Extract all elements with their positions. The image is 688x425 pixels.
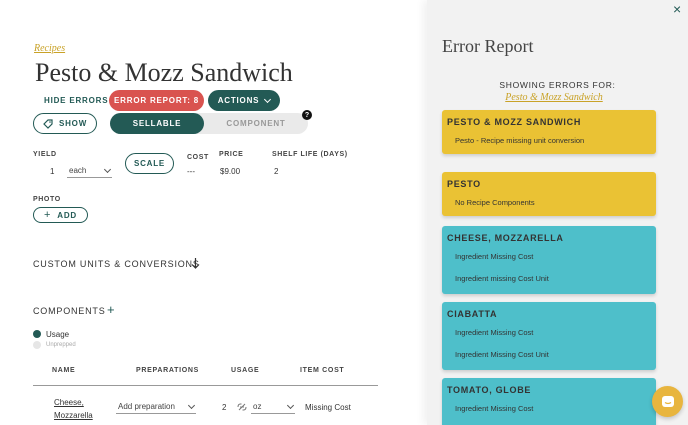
error-card-title: CIABATTA [447,309,498,319]
components-heading: COMPONENTS [33,306,106,316]
add-photo-label: ADD [57,210,77,220]
showing-errors-label: SHOWING ERRORS FOR: [499,80,616,90]
column-header-name: NAME [52,367,76,374]
chat-icon [661,395,674,407]
photo-label: PHOTO [33,196,61,203]
add-photo-button[interactable]: + ADD [33,207,88,223]
actions-dropdown[interactable]: ACTIONS [208,90,280,111]
error-card[interactable]: TOMATO, GLOBE Ingredient Missing Cost [442,378,656,425]
component-name-line2: Mozzarella [54,411,93,420]
recipe-main: Recipes Pesto & Mozz Sandwich HIDE ERROR… [0,0,427,425]
yield-label: YIELD [33,151,57,158]
component-name-link[interactable]: Cheese, Mozzarella [54,396,93,422]
unprepped-legend-label: Unprepped [46,342,76,348]
add-component-icon[interactable]: + [107,302,115,317]
shelf-life-label: SHELF LIFE (DAYS) [272,151,348,158]
column-header-preparations: PREPARATIONS [136,367,199,374]
hide-errors-button[interactable]: HIDE ERRORS [44,96,108,105]
custom-units-section-toggle[interactable]: CUSTOM UNITS & CONVERSIONS [33,259,200,269]
yield-value[interactable]: 1 [50,167,54,176]
error-card-line: Pesto - Recipe missing unit conversion [455,136,585,145]
sellable-component-toggle[interactable]: SELLABLE COMPONENT [110,113,308,134]
error-report-button[interactable]: ERROR REPORT: 8 [109,90,204,111]
price-label: PRICE [219,151,244,158]
scale-button[interactable]: SCALE [125,153,174,174]
error-card[interactable]: PESTO No Recipe Components [442,172,656,216]
shelf-life-value[interactable]: 2 [274,167,278,176]
error-card-line: Ingredient Missing Cost [455,252,534,261]
error-card-line: Ingredient Missing Cost [455,404,534,413]
column-header-item-cost: ITEM COST [300,367,345,374]
unprepped-legend-dot [33,341,41,349]
error-card-title: PESTO & MOZZ SANDWICH [447,117,582,127]
panel-recipe-link[interactable]: Pesto & Mozz Sandwich [427,92,681,103]
chevron-down-icon [187,401,196,409]
chat-launcher-button[interactable] [652,386,683,417]
preparation-select[interactable]: Add preparation [116,401,196,414]
chevron-down-icon [103,165,112,173]
price-value[interactable]: $9.00 [220,167,240,176]
usage-unit-select[interactable]: oz [251,401,295,414]
tag-icon [43,118,53,129]
unlink-icon[interactable] [237,403,247,411]
preparation-value: Add preparation [118,402,175,411]
error-card-title: TOMATO, GLOBE [447,385,532,395]
help-icon[interactable]: ? [302,110,312,120]
close-icon[interactable]: × [673,1,681,17]
component-option[interactable]: COMPONENT [204,113,308,134]
error-card-line: No Recipe Components [455,198,535,207]
error-card-line: Ingredient Missing Cost [455,328,534,337]
show-label: SHOW [58,119,88,128]
chevron-down-icon [264,95,272,103]
error-card[interactable]: CHEESE, MOZZARELLA Ingredient Missing Co… [442,226,656,294]
item-cost-value: Missing Cost [305,403,351,412]
yield-unit-value: each [69,166,87,175]
component-name-line1: Cheese, [54,398,84,407]
cost-value: --- [187,167,195,176]
breadcrumb-recipes[interactable]: Recipes [34,43,65,54]
arrow-down-icon[interactable] [191,258,200,269]
show-button[interactable]: SHOW [33,113,97,134]
yield-unit-select[interactable]: each [67,165,112,178]
usage-legend-label: Usage [46,330,70,339]
error-card-line: Ingredient missing Cost Unit [455,274,549,283]
cost-label: COST [187,154,209,161]
table-header-divider [33,385,378,386]
table-row: Cheese, Mozzarella Add preparation 2 oz … [33,392,378,422]
usage-unit-value: oz [253,402,262,411]
error-card-title: CHEESE, MOZZARELLA [447,233,564,243]
chevron-down-icon [286,401,295,409]
column-header-usage: USAGE [231,367,260,374]
error-card[interactable]: CIABATTA Ingredient Missing Cost Ingredi… [442,302,656,370]
plus-icon: + [44,209,52,221]
actions-label: ACTIONS [217,96,260,105]
page-title: Pesto & Mozz Sandwich [35,58,293,87]
error-card-line: Ingredient Missing Cost Unit [455,350,549,359]
error-card-title: PESTO [447,179,481,189]
usage-legend-dot [33,330,41,338]
error-card[interactable]: PESTO & MOZZ SANDWICH Pesto - Recipe mis… [442,110,656,154]
panel-title: Error Report [442,36,534,56]
sellable-option[interactable]: SELLABLE [110,113,204,134]
error-report-panel: × Error Report SHOWING ERRORS FOR: Pesto… [427,0,688,425]
usage-quantity[interactable]: 2 [222,403,226,412]
